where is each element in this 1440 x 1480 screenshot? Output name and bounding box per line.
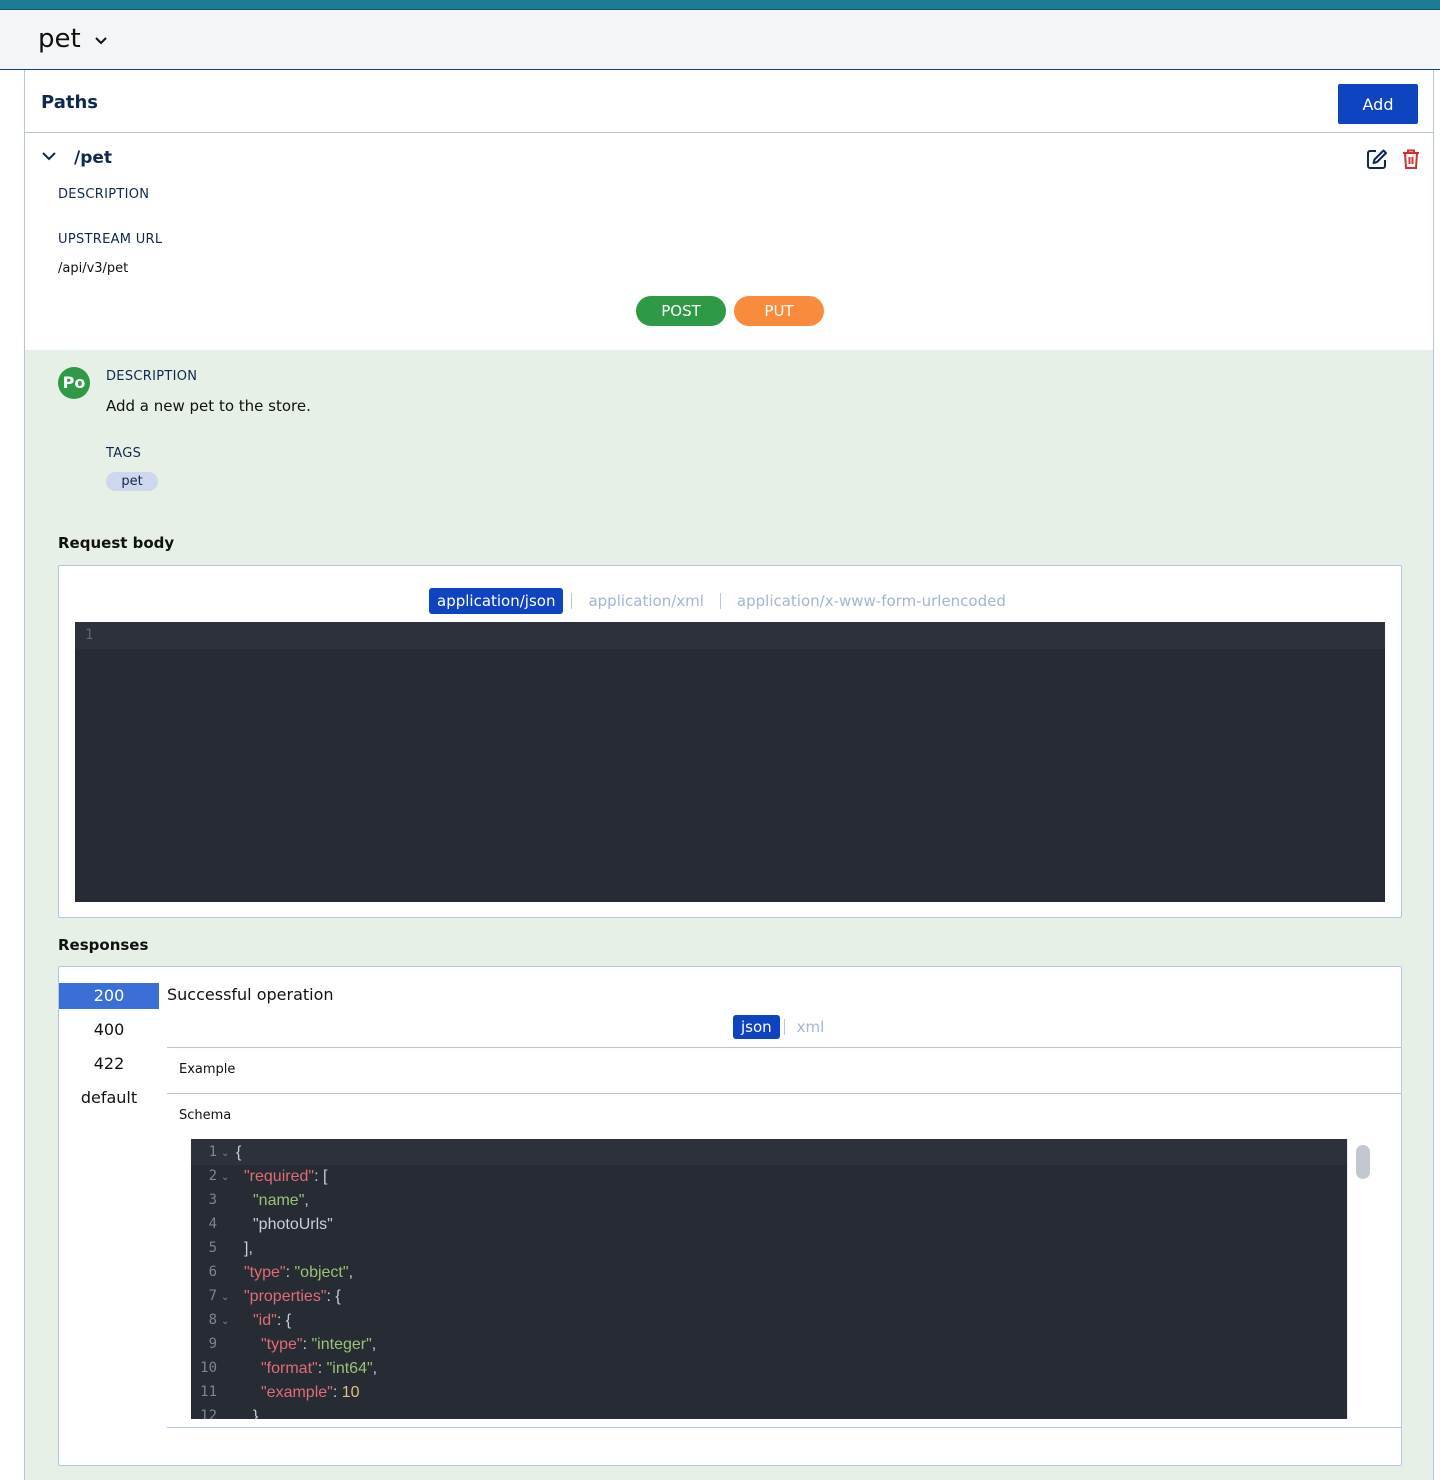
main-content: Paths Add /pet DESCRIPTION UPSTREAM URL … (24, 70, 1434, 1480)
operation-description: Add a new pet to the store. (106, 397, 311, 415)
tab-application-form-urlencoded[interactable]: application/x-www-form-urlencoded (729, 588, 1014, 614)
code-line: "properties": { (244, 1288, 341, 1305)
method-post-pill[interactable]: POST (636, 296, 726, 326)
editor-line-number: 9 (208, 1336, 217, 1352)
page-header: pet (0, 10, 1440, 70)
operation-description-label: DESCRIPTION (106, 369, 198, 384)
editor-line-number: 10 (200, 1360, 217, 1376)
tab-application-json[interactable]: application/json (429, 588, 564, 614)
editor-active-line (75, 622, 1385, 649)
code-line: "id": { (253, 1312, 292, 1329)
path-description-label: DESCRIPTION (58, 187, 150, 202)
content-type-tabs: application/json application/xml applica… (429, 588, 1014, 614)
tab-json[interactable]: json (733, 1015, 780, 1039)
schema-code-editor[interactable]: 1 ⌄ 2 ⌄ 3 4 5 6 7 ⌄ 8 ⌄ 9 10 11 12 { "required": [ "nam… (191, 1139, 1347, 1419)
editor-line-number: 1 (208, 1144, 217, 1160)
page-title[interactable]: pet (38, 24, 81, 54)
upstream-url-value: /api/v3/pet (58, 261, 129, 276)
responses-title: Responses (58, 936, 149, 954)
editor-line-number: 3 (208, 1192, 217, 1208)
request-body-title: Request body (58, 534, 175, 552)
editor-line-number: 1 (85, 627, 94, 643)
path-name[interactable]: /pet (74, 148, 112, 168)
tab-divider (783, 1019, 785, 1035)
code-line: "type": "object", (244, 1264, 354, 1281)
trash-icon[interactable] (1401, 148, 1421, 170)
fold-chevron-icon[interactable]: ⌄ (221, 1148, 229, 1159)
code-line: "format": "int64", (261, 1360, 378, 1377)
code-line: "example": 10 (261, 1384, 360, 1401)
fold-chevron-icon[interactable]: ⌄ (221, 1316, 229, 1327)
response-description: Successful operation (167, 985, 334, 1004)
operation-avatar: Po (58, 367, 90, 399)
editor-line-number: 4 (208, 1216, 217, 1232)
operation-tags-label: TAGS (106, 446, 142, 461)
schema-label[interactable]: Schema (179, 1108, 231, 1123)
response-code-list: 200 400 422 default (59, 983, 159, 1119)
upstream-url-label: UPSTREAM URL (58, 232, 163, 247)
paths-header: Paths Add (25, 70, 1433, 133)
tab-divider (719, 593, 721, 609)
request-body-editor[interactable]: 1 (75, 622, 1385, 902)
tag-chip: pet (106, 472, 158, 491)
code-line: "photoUrls" (253, 1216, 333, 1233)
chevron-down-icon[interactable] (41, 150, 57, 162)
tab-xml[interactable]: xml (789, 1015, 833, 1039)
editor-line-number: 8 (208, 1312, 217, 1328)
edit-icon[interactable] (1366, 148, 1388, 170)
tab-divider (571, 593, 573, 609)
editor-active-line (191, 1139, 1347, 1165)
code-line: "type": "integer", (261, 1336, 377, 1353)
scrollbar-thumb[interactable] (1356, 1145, 1370, 1179)
editor-line-number: 7 (208, 1288, 217, 1304)
response-format-tabs: json xml (733, 1015, 832, 1039)
code-line: "required": [ (244, 1168, 328, 1185)
chevron-down-icon[interactable] (94, 36, 108, 46)
divider (167, 1093, 1402, 1094)
schema-scrollbar[interactable] (1347, 1139, 1377, 1419)
divider (167, 1427, 1402, 1428)
tab-application-xml[interactable]: application/xml (580, 588, 711, 614)
response-code-200[interactable]: 200 (59, 983, 159, 1009)
code-line: { (236, 1144, 242, 1161)
code-line: "name", (253, 1192, 309, 1209)
responses-box: 200 400 422 default Successful operation… (58, 966, 1402, 1466)
divider (167, 1047, 1402, 1048)
fold-chevron-icon[interactable]: ⌄ (221, 1172, 229, 1183)
method-put-pill[interactable]: PUT (734, 296, 824, 326)
request-body-box: application/json application/xml applica… (58, 565, 1402, 918)
editor-line-number: 11 (200, 1384, 217, 1400)
response-code-400[interactable]: 400 (59, 1017, 159, 1051)
fold-chevron-icon[interactable]: ⌄ (221, 1292, 229, 1303)
editor-line-number: 5 (208, 1240, 217, 1256)
response-code-422[interactable]: 422 (59, 1051, 159, 1085)
code-line: ], (244, 1240, 253, 1257)
top-accent-bar (0, 0, 1440, 10)
editor-line-number: 12 (200, 1408, 217, 1419)
paths-title: Paths (41, 92, 98, 113)
example-label[interactable]: Example (179, 1062, 235, 1077)
operation-panel: Po DESCRIPTION Add a new pet to the stor… (25, 350, 1433, 1480)
editor-line-number: 6 (208, 1264, 217, 1280)
code-line: }, (253, 1408, 263, 1419)
add-path-button[interactable]: Add (1338, 84, 1418, 124)
editor-line-number: 2 (208, 1168, 217, 1184)
response-code-default[interactable]: default (59, 1085, 159, 1119)
